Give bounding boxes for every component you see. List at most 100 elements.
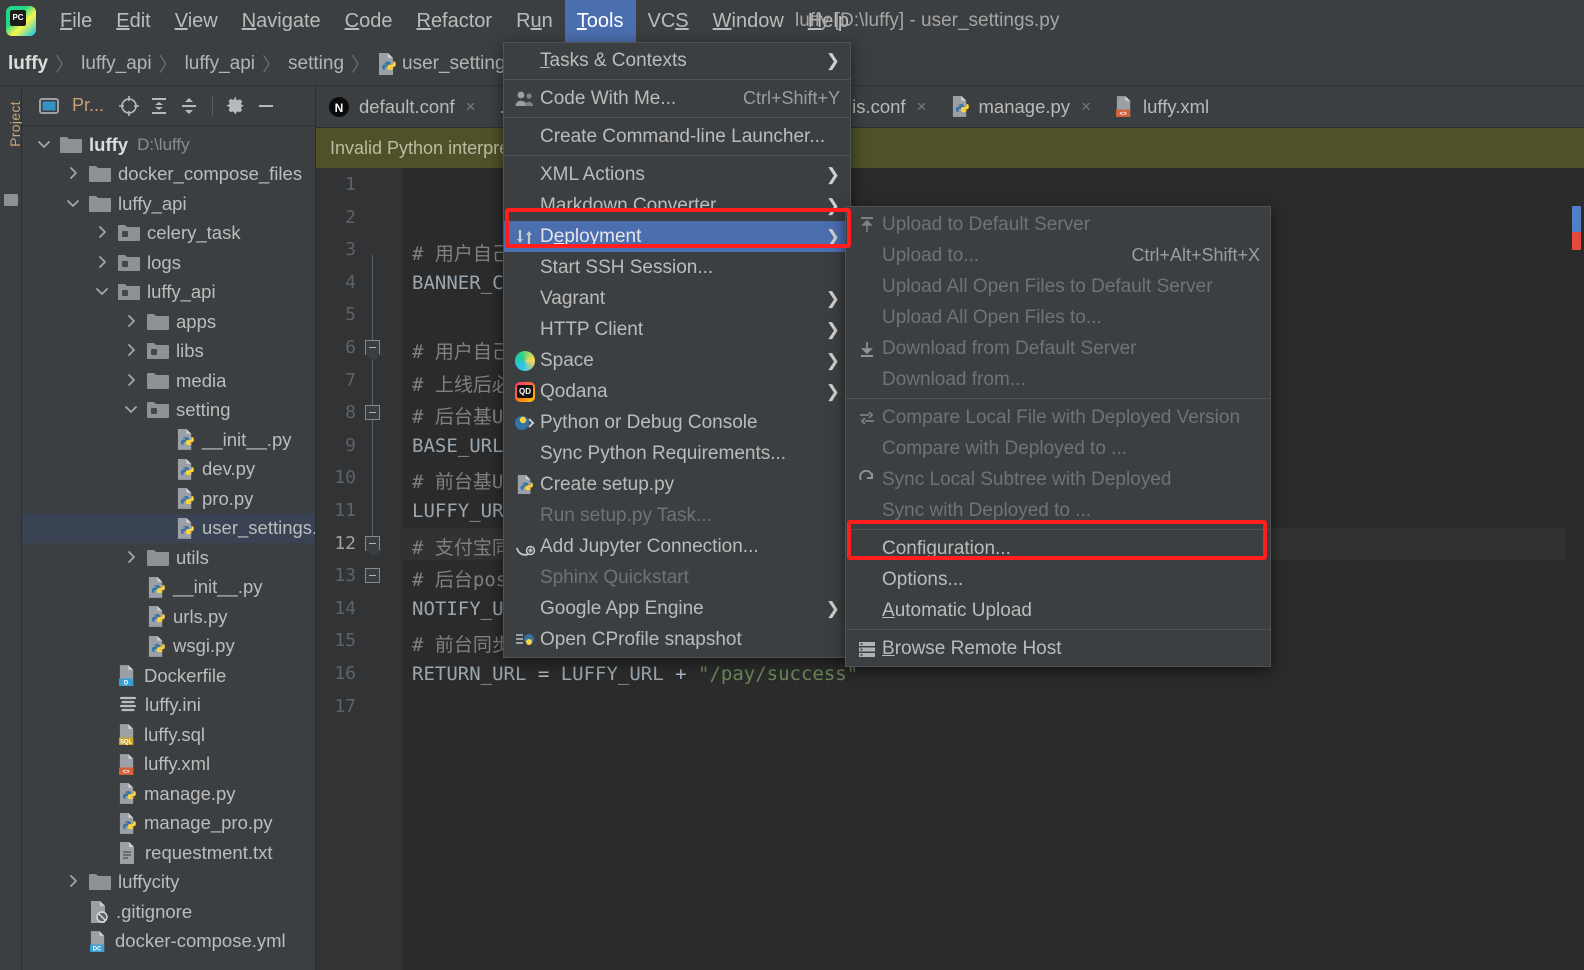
- menu-view[interactable]: View: [163, 0, 230, 42]
- chevron-right-icon[interactable]: [92, 252, 114, 274]
- deployment-menu-item-upload-to[interactable]: Upload to... Ctrl+Alt+Shift+X: [846, 240, 1270, 271]
- project-tree[interactable]: luffy D:\luffy docker_compose_files luffy_a…: [22, 126, 315, 970]
- project-tool-window-button[interactable]: Project: [0, 101, 23, 182]
- menu-navigate[interactable]: Navigate: [230, 0, 333, 42]
- chevron-down-icon[interactable]: [63, 193, 85, 215]
- fold-gutter[interactable]: [360, 168, 386, 970]
- tree-item-apps[interactable]: apps: [22, 307, 315, 337]
- tree-item-dev.py[interactable]: dev.py: [22, 455, 315, 485]
- deployment-menu-item-options[interactable]: Options...: [846, 564, 1270, 595]
- tools-menu-item-start-ssh-session[interactable]: Start SSH Session...: [504, 252, 850, 283]
- tree-item-logs[interactable]: logs: [22, 248, 315, 278]
- deployment-menu-item-automatic-upload[interactable]: Automatic Upload: [846, 595, 1270, 626]
- breadcrumb-item-0[interactable]: luffy: [8, 53, 48, 75]
- tree-item-media[interactable]: media: [22, 366, 315, 396]
- chevron-down-icon[interactable]: [34, 134, 56, 156]
- menu-run[interactable]: Run: [504, 0, 565, 42]
- menu-window[interactable]: Window: [701, 0, 796, 42]
- deployment-menu-item-upload-all-open-files-to[interactable]: Upload All Open Files to...: [846, 302, 1270, 333]
- deployment-menu-item-sync-local-subtree-with-deployed[interactable]: Sync Local Subtree with Deployed: [846, 464, 1270, 495]
- structure-tool-button[interactable]: [4, 194, 18, 206]
- tools-menu-item-python-or-debug-console[interactable]: Python or Debug Console: [504, 407, 850, 438]
- collapse-all-icon[interactable]: [176, 93, 202, 119]
- tools-menu-item-open-cprofile-snapshot[interactable]: Open CProfile snapshot: [504, 624, 850, 655]
- tools-menu-item-google-app-engine[interactable]: Google App Engine ❯: [504, 593, 850, 624]
- chevron-down-icon[interactable]: [121, 399, 143, 421]
- tools-menu-item-vagrant[interactable]: Vagrant ❯: [504, 283, 850, 314]
- tree-item-pro.py[interactable]: pro.py: [22, 484, 315, 514]
- tree-item-setting[interactable]: setting: [22, 396, 315, 426]
- deployment-menu-item-upload-all-open-files-to-default-server[interactable]: Upload All Open Files to Default Server: [846, 271, 1270, 302]
- tools-menu-item-qodana[interactable]: Qodana ❯: [504, 376, 850, 407]
- close-icon[interactable]: ×: [917, 97, 927, 117]
- tree-item-.gitignore[interactable]: .gitignore: [22, 897, 315, 927]
- tree-item-luffy_api[interactable]: luffy_api: [22, 278, 315, 308]
- tools-menu-item-xml-actions[interactable]: XML Actions ❯: [504, 159, 850, 190]
- tools-menu-item-create-setup-py[interactable]: Create setup.py: [504, 469, 850, 500]
- tools-menu-item-tasks-contexts[interactable]: Tasks & Contexts ❯: [504, 45, 850, 76]
- deployment-menu-item-upload-to-default-server[interactable]: Upload to Default Server: [846, 209, 1270, 240]
- tree-item-luffy.xml[interactable]: <> luffy.xml: [22, 750, 315, 780]
- deployment-menu-item-browse-remote-host[interactable]: Browse Remote Host: [846, 633, 1270, 664]
- tools-dropdown-menu[interactable]: Tasks & Contexts ❯ Code With Me... Ctrl+Shi…: [503, 42, 851, 658]
- chevron-right-icon[interactable]: [121, 340, 143, 362]
- editor-marker-strip[interactable]: [1566, 168, 1584, 970]
- tree-item-luffy_api[interactable]: luffy_api: [22, 189, 315, 219]
- tree-item-luffycity[interactable]: luffycity: [22, 868, 315, 898]
- tools-menu-item-run-setup-py-task[interactable]: Run setup.py Task...: [504, 500, 850, 531]
- menu-refactor[interactable]: Refactor: [404, 0, 504, 42]
- tools-menu-item-add-jupyter-connection[interactable]: Add Jupyter Connection...: [504, 531, 850, 562]
- tree-item-__init__.py[interactable]: __init__.py: [22, 573, 315, 603]
- menu-edit[interactable]: Edit: [104, 0, 162, 42]
- tree-item-requestment.txt[interactable]: requestment.txt: [22, 838, 315, 868]
- tools-menu-item-code-with-me[interactable]: Code With Me... Ctrl+Shift+Y: [504, 83, 850, 114]
- tree-item-celery_task[interactable]: celery_task: [22, 219, 315, 249]
- deployment-menu-item-download-from[interactable]: Download from...: [846, 364, 1270, 395]
- tree-item-utils[interactable]: utils: [22, 543, 315, 573]
- chevron-right-icon[interactable]: [121, 311, 143, 333]
- menu-file[interactable]: File: [48, 0, 104, 42]
- locate-icon[interactable]: [116, 93, 142, 119]
- editor-tab-luffy.xml[interactable]: <> luffy.xml: [1103, 86, 1221, 127]
- menu-code[interactable]: Code: [333, 0, 405, 42]
- menu-tools[interactable]: Tools: [564, 0, 636, 42]
- deployment-menu-item-sync-with-deployed-to[interactable]: Sync with Deployed to ...: [846, 495, 1270, 526]
- gear-icon[interactable]: [223, 93, 249, 119]
- chevron-right-icon[interactable]: [63, 163, 85, 185]
- tree-item-urls.py[interactable]: urls.py: [22, 602, 315, 632]
- minimize-icon[interactable]: [253, 93, 279, 119]
- tree-item-libs[interactable]: libs: [22, 337, 315, 367]
- close-icon[interactable]: ×: [466, 97, 476, 117]
- deployment-menu-item-compare-with-deployed-to[interactable]: Compare with Deployed to ...: [846, 433, 1270, 464]
- tree-item-Dockerfile[interactable]: D Dockerfile: [22, 661, 315, 691]
- deployment-menu-item-configuration[interactable]: Configuration...: [846, 533, 1270, 564]
- menu-vcs[interactable]: VCS: [636, 0, 701, 42]
- tools-menu-item-create-command-line-launcher[interactable]: Create Command-line Launcher...: [504, 121, 850, 152]
- deployment-menu-item-download-from-default-server[interactable]: Download from Default Server: [846, 333, 1270, 364]
- editor-tab-manage.py[interactable]: manage.py ×: [939, 86, 1103, 127]
- editor-tab-default.conf[interactable]: Ndefault.conf ×: [316, 86, 488, 127]
- tree-item-luffy[interactable]: luffy D:\luffy: [22, 130, 315, 160]
- tree-item-luffy.sql[interactable]: SQL luffy.sql: [22, 720, 315, 750]
- tools-menu-item-sphinx-quickstart[interactable]: Sphinx Quickstart: [504, 562, 850, 593]
- tree-item-luffy.ini[interactable]: luffy.ini: [22, 691, 315, 721]
- chevron-right-icon[interactable]: [121, 370, 143, 392]
- tree-item-docker-compose.yml[interactable]: DC docker-compose.yml: [22, 927, 315, 957]
- tree-item-__init__.py[interactable]: __init__.py: [22, 425, 315, 455]
- tools-menu-item-http-client[interactable]: HTTP Client ❯: [504, 314, 850, 345]
- tree-item-docker_compose_files[interactable]: docker_compose_files: [22, 160, 315, 190]
- tree-item-user_settings.py[interactable]: user_settings.py: [22, 513, 315, 543]
- chevron-down-icon[interactable]: [92, 281, 114, 303]
- tools-menu-item-markdown-converter[interactable]: Markdown Converter ❯: [504, 190, 850, 221]
- tools-menu-item-sync-python-requirements[interactable]: Sync Python Requirements...: [504, 438, 850, 469]
- deployment-menu-item-compare-local-file-with-deployed-version[interactable]: Compare Local File with Deployed Version: [846, 402, 1270, 433]
- close-icon[interactable]: ×: [1081, 97, 1091, 117]
- breadcrumb-item-2[interactable]: luffy_api: [185, 53, 255, 75]
- editor-gutter[interactable]: 1 2 3 4 5 6 7 8 9 10 11 12 13 14 15 16 17: [316, 168, 402, 970]
- deployment-submenu[interactable]: Upload to Default Server Upload to... Ctrl…: [845, 206, 1271, 667]
- breadcrumb-item-1[interactable]: luffy_api: [81, 53, 151, 75]
- tree-item-manage.py[interactable]: manage.py: [22, 779, 315, 809]
- chevron-right-icon[interactable]: [92, 222, 114, 244]
- tools-menu-item-deployment[interactable]: Deployment ❯: [504, 221, 850, 252]
- tree-item-wsgi.py[interactable]: wsgi.py: [22, 632, 315, 662]
